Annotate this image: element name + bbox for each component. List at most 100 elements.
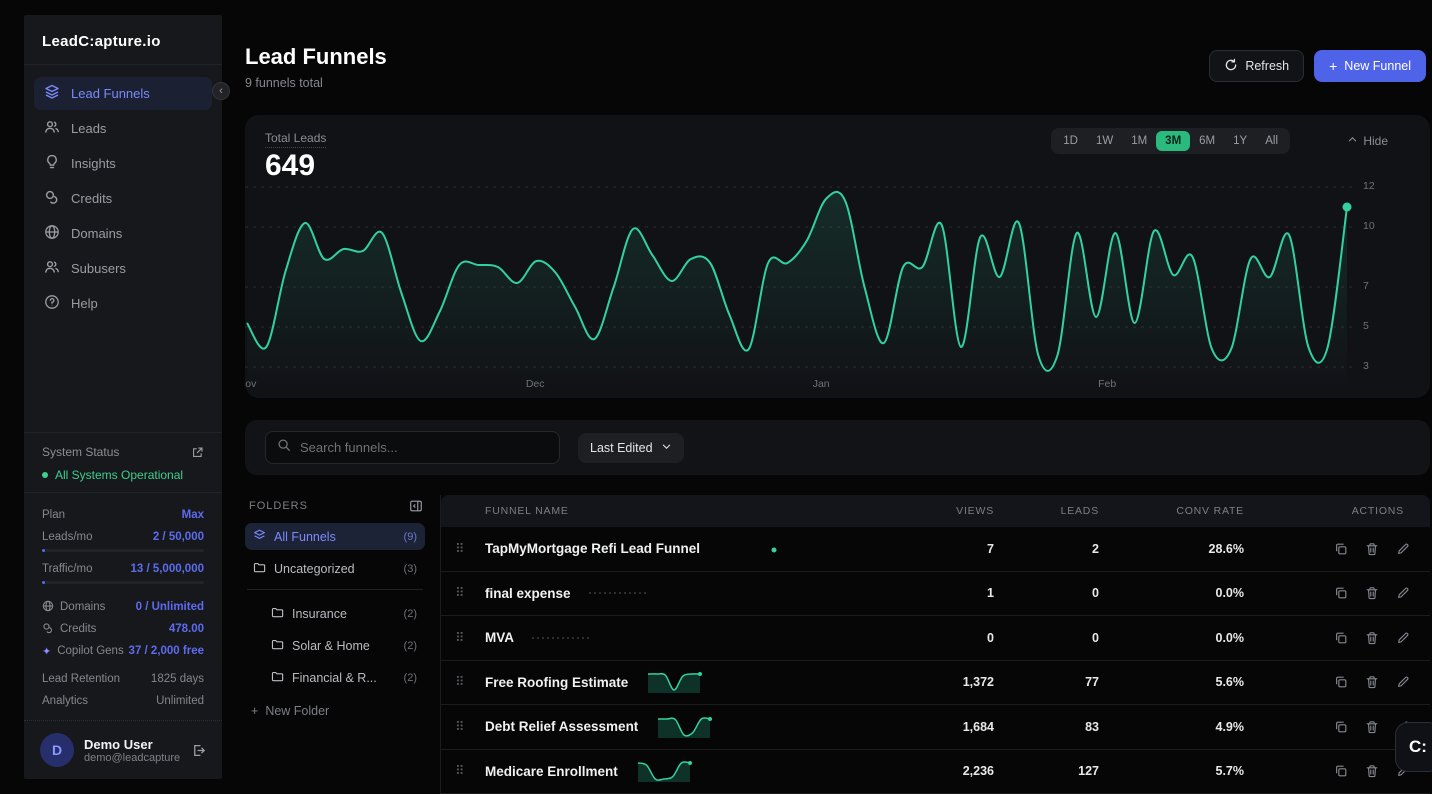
brand-logo: LeadC:apture.io <box>24 15 222 65</box>
sidebar-item-help[interactable]: Help <box>34 287 212 320</box>
table-row[interactable]: ⠿ TapMyMortgage Refi Lead Funnel 7 2 28.… <box>441 527 1430 572</box>
collapse-panel-icon[interactable] <box>409 499 423 513</box>
sidebar-item-domains[interactable]: Domains <box>34 217 212 250</box>
x-tick-label: Dec <box>526 378 545 390</box>
sort-dropdown[interactable]: Last Edited <box>578 433 684 463</box>
table-row[interactable]: ⠿ Debt Relief Assessment 1,684 83 4.9% <box>441 705 1430 750</box>
table-row[interactable]: ⠿ final expense 1 0 0.0% <box>441 572 1430 617</box>
search-input[interactable] <box>300 440 548 455</box>
system-status-title: System Status <box>42 445 119 459</box>
lead-retention-label: Lead Retention <box>42 673 120 685</box>
new-folder-label: New Folder <box>265 704 329 718</box>
table-row[interactable]: ⠿ MVA 0 0 0.0% <box>441 616 1430 661</box>
range-1d[interactable]: 1D <box>1054 131 1087 151</box>
assistant-fab-button[interactable]: C: <box>1395 722 1432 772</box>
trash-icon[interactable] <box>1365 720 1379 734</box>
duplicate-icon[interactable] <box>1334 720 1348 734</box>
drag-handle[interactable]: ⠿ <box>455 585 485 601</box>
main-content: Lead Funnels 9 funnels total Refresh + N… <box>245 0 1430 794</box>
folder-financial[interactable]: Financial & R... (2) <box>263 664 425 691</box>
domains-label: Domains <box>60 601 105 613</box>
analytics-value: Unlimited <box>156 695 204 707</box>
trash-icon[interactable] <box>1365 586 1379 600</box>
col-conv-rate: CONV RATE <box>1099 505 1244 517</box>
time-range-selector: 1D 1W 1M 3M 6M 1Y All <box>1051 128 1290 154</box>
domains-value: 0 / Unlimited <box>136 601 204 613</box>
folder-insurance[interactable]: Insurance (2) <box>263 600 425 627</box>
copilot-gens-value: 37 / 2,000 free <box>129 645 204 657</box>
leads-mo-label: Leads/mo <box>42 531 93 543</box>
hide-chart-toggle[interactable]: Hide <box>1347 134 1388 148</box>
traffic-mo-value: 13 / 5,000,000 <box>130 563 204 575</box>
range-6m[interactable]: 6M <box>1190 131 1224 151</box>
trash-icon[interactable] <box>1365 675 1379 689</box>
sparkline <box>587 580 651 606</box>
user-email: demo@leadcapture.... <box>84 752 181 764</box>
edit-icon[interactable] <box>1396 542 1410 556</box>
search-icon <box>277 438 291 457</box>
duplicate-icon[interactable] <box>1334 586 1348 600</box>
range-3m[interactable]: 3M <box>1156 131 1190 151</box>
folder-all-funnels[interactable]: All Funnels (9) <box>245 523 425 550</box>
views-value: 1 <box>889 586 994 600</box>
col-leads: LEADS <box>994 505 1099 517</box>
layers-icon <box>44 84 60 103</box>
refresh-button[interactable]: Refresh <box>1209 50 1304 82</box>
drag-handle[interactable]: ⠿ <box>455 674 485 690</box>
globe-icon <box>42 600 54 615</box>
sidebar-item-insights[interactable]: Insights <box>34 147 212 180</box>
range-1w[interactable]: 1W <box>1087 131 1122 151</box>
sidebar-item-subusers[interactable]: Subusers <box>34 252 212 285</box>
col-actions: ACTIONS <box>1244 505 1424 517</box>
page-title: Lead Funnels <box>245 44 387 70</box>
globe-icon <box>44 224 60 243</box>
table-row[interactable]: ⠿ Medicare Enrollment 2,236 127 5.7% <box>441 750 1430 794</box>
sidebar-item-label: Credits <box>71 191 112 206</box>
folder-solar-home[interactable]: Solar & Home (2) <box>263 632 425 659</box>
sidebar-item-lead-funnels[interactable]: Lead Funnels <box>34 77 212 110</box>
views-value: 2,236 <box>889 764 994 778</box>
range-1m[interactable]: 1M <box>1122 131 1156 151</box>
duplicate-icon[interactable] <box>1334 675 1348 689</box>
leads-value: 0 <box>994 586 1099 600</box>
duplicate-icon[interactable] <box>1334 542 1348 556</box>
leads-mo-value: 2 / 50,000 <box>153 531 204 543</box>
sparkline <box>634 758 698 784</box>
y-tick-label: 3 <box>1363 360 1369 372</box>
lead-retention-value: 1825 days <box>151 673 204 685</box>
trash-icon[interactable] <box>1365 631 1379 645</box>
range-1y[interactable]: 1Y <box>1224 131 1256 151</box>
edit-icon[interactable] <box>1396 631 1410 645</box>
drag-handle[interactable]: ⠿ <box>455 719 485 735</box>
new-funnel-button[interactable]: + New Funnel <box>1314 50 1426 82</box>
new-folder-button[interactable]: + New Folder <box>245 696 425 726</box>
search-box[interactable] <box>265 431 560 464</box>
sidebar-item-credits[interactable]: Credits <box>34 182 212 215</box>
sidebar-collapse-button[interactable]: ‹ <box>212 82 230 100</box>
edit-icon[interactable] <box>1396 586 1410 600</box>
folder-count: (2) <box>404 608 417 620</box>
analytics-label: Analytics <box>42 695 88 707</box>
duplicate-icon[interactable] <box>1334 631 1348 645</box>
leads-value: 2 <box>994 542 1099 556</box>
trash-icon[interactable] <box>1365 542 1379 556</box>
users-icon <box>44 259 60 278</box>
external-link-icon[interactable] <box>191 446 204 459</box>
edit-icon[interactable] <box>1396 675 1410 689</box>
sidebar-item-leads[interactable]: Leads <box>34 112 212 145</box>
table-row[interactable]: ⠿ Free Roofing Estimate 1,372 77 5.6% <box>441 661 1430 706</box>
drag-handle[interactable]: ⠿ <box>455 763 485 779</box>
funnel-name: TapMyMortgage Refi Lead Funnel <box>485 541 700 556</box>
chevron-up-icon <box>1347 134 1358 148</box>
logout-icon[interactable] <box>191 743 206 758</box>
leads-value: 127 <box>994 764 1099 778</box>
funnel-name: MVA <box>485 630 514 645</box>
conv-rate-value: 0.0% <box>1099 631 1244 645</box>
duplicate-icon[interactable] <box>1334 764 1348 778</box>
drag-handle[interactable]: ⠿ <box>455 630 485 646</box>
range-all[interactable]: All <box>1256 131 1287 151</box>
drag-handle[interactable]: ⠿ <box>455 541 485 557</box>
user-profile[interactable]: D Demo User demo@leadcapture.... <box>24 720 222 779</box>
trash-icon[interactable] <box>1365 764 1379 778</box>
folder-uncategorized[interactable]: Uncategorized (3) <box>245 555 425 582</box>
